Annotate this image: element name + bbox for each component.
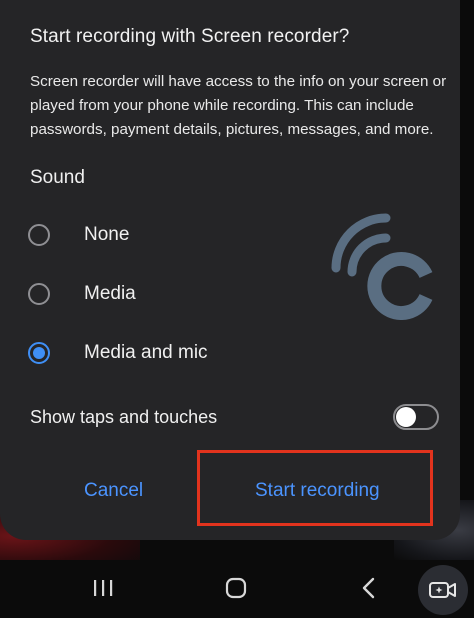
sound-option-none[interactable]: None — [28, 218, 129, 252]
radio-button-media-and-mic[interactable] — [28, 342, 50, 364]
back-icon[interactable] — [360, 576, 378, 600]
dialog-title: Start recording with Screen recorder? — [30, 26, 350, 47]
navigation-bar — [0, 560, 474, 618]
toggle-knob — [396, 407, 416, 427]
recents-icon[interactable] — [92, 576, 114, 600]
screen-recorder-dialog: Start recording with Screen recorder? Sc… — [0, 0, 460, 540]
screen-capture-icon — [429, 582, 456, 598]
sound-option-label: Media — [84, 283, 136, 304]
screen-capture-button[interactable] — [418, 565, 468, 615]
sound-option-media-and-mic[interactable]: Media and mic — [28, 336, 208, 370]
home-icon[interactable] — [224, 576, 248, 600]
show-taps-toggle[interactable] — [393, 404, 439, 430]
sound-option-label: None — [84, 224, 130, 245]
radio-button-none[interactable] — [28, 224, 50, 246]
radio-button-media[interactable] — [28, 283, 50, 305]
highlight-box — [197, 450, 433, 526]
dialog-description: Screen recorder will have access to the … — [30, 73, 447, 138]
wifi-c-logo-icon — [331, 213, 433, 320]
phone-screen: Start recording with Screen recorder? Sc… — [0, 0, 474, 618]
sound-option-label: Media and mic — [84, 342, 208, 363]
sound-option-media[interactable]: Media — [28, 277, 136, 311]
show-taps-label: Show taps and touches — [30, 407, 218, 427]
sound-section-label: Sound — [30, 167, 85, 188]
cancel-button[interactable]: Cancel — [84, 480, 143, 502]
